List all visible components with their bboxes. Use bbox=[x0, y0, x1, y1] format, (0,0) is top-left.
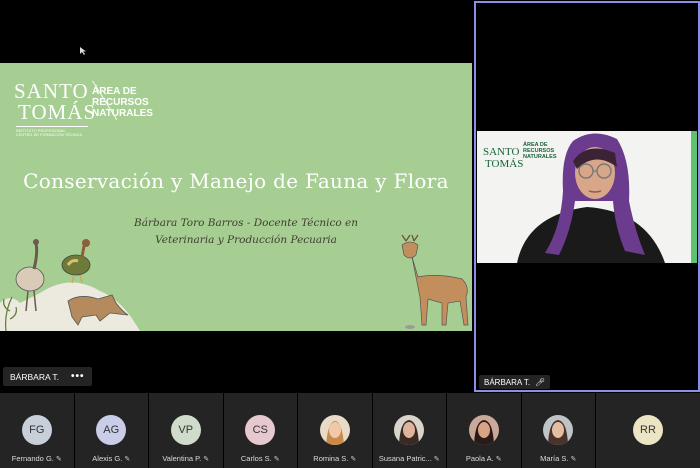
more-options-icon[interactable]: ••• bbox=[71, 371, 85, 382]
mic-muted-icon: ✎ bbox=[570, 456, 577, 463]
avatar-photo bbox=[543, 415, 574, 445]
participant-tile[interactable]: Paola A. ✎ bbox=[447, 393, 522, 468]
participant-tile[interactable]: María S. ✎ bbox=[521, 393, 596, 468]
participant-tile[interactable]: AG Alexis G. ✎ bbox=[74, 393, 149, 468]
background-green-bar bbox=[691, 131, 697, 263]
participant-name: Valentina P. ✎ bbox=[162, 454, 210, 463]
participant-tile[interactable]: VP Valentina P. ✎ bbox=[149, 393, 224, 468]
participant-tile[interactable]: Susana Patric... ✎ bbox=[372, 393, 447, 468]
avatar-photo bbox=[468, 415, 499, 445]
participant-tile[interactable]: CS Carlos S. ✎ bbox=[223, 393, 298, 468]
participant-name: María S. ✎ bbox=[540, 454, 577, 463]
speaker-name-label: BÁRBARA T. 🎤︎ bbox=[479, 375, 551, 389]
participant-name: Paola A. ✎ bbox=[465, 454, 502, 463]
mic-muted-icon: ✎ bbox=[433, 456, 440, 463]
participant-name: Carlos S. ✎ bbox=[240, 454, 280, 463]
avatar: FG bbox=[21, 415, 52, 445]
participant-name: Romina S. ✎ bbox=[313, 454, 357, 463]
avatar-photo bbox=[394, 415, 425, 445]
mic-muted-icon: ✎ bbox=[495, 456, 502, 463]
speaker-person bbox=[517, 133, 665, 263]
participant-name: Fernando G. ✎ bbox=[11, 454, 62, 463]
santo-tomas-logo: SANTO TOMÁS INSTITUTO PROFESIONAL CENTRO… bbox=[14, 79, 97, 138]
presenter-name-label[interactable]: BÁRBARA T. ••• bbox=[3, 367, 92, 386]
mic-muted-icon: ✎ bbox=[273, 456, 280, 463]
meeting-stage: SANTO TOMÁS INSTITUTO PROFESIONAL CENTRO… bbox=[0, 0, 700, 393]
mic-muted-icon: ✎ bbox=[350, 456, 357, 463]
participant-gallery: FG Fernando G. ✎ AG Alexis G. ✎ VP Valenti… bbox=[0, 393, 700, 468]
active-speaker-tile[interactable]: SANTO TOMÁS ÁREA DE RECURSOS NATURALES B… bbox=[474, 1, 700, 392]
participant-tile[interactable]: Romina S. ✎ bbox=[298, 393, 373, 468]
avatar: AG bbox=[96, 415, 127, 445]
deer-illustration bbox=[401, 234, 469, 329]
speaker-video: SANTO TOMÁS ÁREA DE RECURSOS NATURALES bbox=[477, 131, 697, 263]
mic-muted-icon: ✎ bbox=[55, 456, 62, 463]
area-label: ÁREA DE RECURSOS NATURALES bbox=[92, 86, 153, 119]
avatar: CS bbox=[245, 415, 276, 445]
participant-name: Susana Patric... ✎ bbox=[378, 454, 440, 463]
avatar: VP bbox=[170, 415, 201, 445]
fauna-illustration-left bbox=[0, 239, 140, 331]
avatar-photo bbox=[319, 415, 350, 445]
participant-tile[interactable]: RR bbox=[596, 393, 700, 468]
shared-screen[interactable]: SANTO TOMÁS INSTITUTO PROFESIONAL CENTRO… bbox=[0, 0, 472, 393]
presentation-slide: SANTO TOMÁS INSTITUTO PROFESIONAL CENTRO… bbox=[0, 63, 472, 331]
participant-tile[interactable]: FG Fernando G. ✎ bbox=[0, 393, 75, 468]
mic-icon: 🎤︎ bbox=[535, 377, 546, 387]
mouse-cursor-icon bbox=[80, 47, 86, 55]
slide-title: Conservación y Manejo de Fauna y Flora bbox=[23, 169, 449, 193]
mic-muted-icon: ✎ bbox=[203, 456, 210, 463]
avatar: RR bbox=[633, 415, 663, 445]
participant-name: Alexis G. ✎ bbox=[92, 454, 131, 463]
mic-muted-icon: ✎ bbox=[124, 456, 131, 463]
